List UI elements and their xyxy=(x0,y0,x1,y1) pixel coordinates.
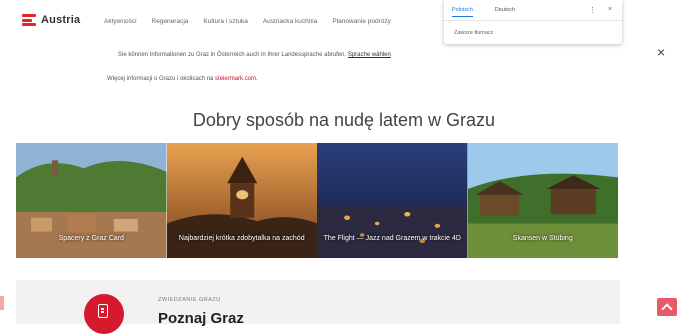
nav-menu: Aktywności Regeneracja Kultura i sztuka … xyxy=(104,18,391,25)
nav-item-planowanie[interactable]: Planowanie podróży xyxy=(332,18,391,25)
steiermark-link[interactable]: steiermark.com. xyxy=(215,76,258,82)
activity-tiles: Spacery z Graz Card Najbardziej krótka z… xyxy=(16,143,618,258)
divider xyxy=(444,20,622,21)
section-badge xyxy=(84,294,124,334)
chevron-up-icon[interactable] xyxy=(657,298,677,316)
tile-caption: Najbardziej krótka zdobytalka na zachód xyxy=(178,235,305,242)
section-eyebrow: ZWIEDZANIE GRAZU xyxy=(158,297,221,303)
tile-caption: The Flight — Jazz nad Grazem w trakcie 4… xyxy=(323,235,461,242)
tab-german[interactable]: Deutsch xyxy=(495,7,515,17)
tile-graz-card[interactable]: Spacery z Graz Card xyxy=(16,143,167,258)
language-notice: Sie können Informationen zu Graz in Öste… xyxy=(118,52,391,58)
choose-language-link[interactable]: Sprache wählen xyxy=(348,52,391,58)
translate-popup: Polnisch Deutsch ⋮ × Zawsze tłumacz xyxy=(444,0,622,44)
more-options-icon[interactable]: ⋮ xyxy=(589,6,596,14)
austria-flag-icon xyxy=(22,14,36,26)
tile-caption: Spacery z Graz Card xyxy=(58,235,124,242)
nav-item-kuchnia[interactable]: Austriacka kuchnia xyxy=(263,18,318,25)
austria-logo[interactable]: Austria xyxy=(22,14,80,26)
section-title: Poznaj Graz xyxy=(158,310,244,327)
brand-name: Austria xyxy=(41,14,81,26)
tile-caption: Skansen w Stübing xyxy=(512,235,573,242)
tile-skansen[interactable]: Skansen w Stübing xyxy=(467,143,618,258)
nav-item-regeneracja[interactable]: Regeneracja xyxy=(152,18,189,25)
document-icon xyxy=(98,304,108,318)
side-marker xyxy=(0,296,4,310)
banner-close-icon[interactable]: × xyxy=(657,44,665,60)
always-translate-option[interactable]: Zawsze tłumacz xyxy=(454,30,493,36)
discover-graz-section: ZWIEDZANIE GRAZU Poznaj Graz xyxy=(16,280,620,334)
more-info-text: Więcej informacji o Grazu i okolicach na xyxy=(107,76,214,82)
nav-item-aktywnosci[interactable]: Aktywności xyxy=(104,18,137,25)
language-notice-text: Sie können Informationen zu Graz in Öste… xyxy=(118,52,347,58)
close-icon[interactable]: × xyxy=(608,6,612,13)
tile-the-flight[interactable]: The Flight — Jazz nad Grazem w trakcie 4… xyxy=(317,143,468,258)
more-info-notice: Więcej informacji o Grazu i okolicach na… xyxy=(107,76,258,82)
nav-item-kultura[interactable]: Kultura i sztuka xyxy=(203,18,247,25)
section-heading: Dobry sposób na nudę latem w Grazu xyxy=(192,110,496,130)
tab-polish[interactable]: Polnisch xyxy=(452,7,473,17)
tile-clock-tower[interactable]: Najbardziej krótka zdobytalka na zachód xyxy=(166,143,317,258)
